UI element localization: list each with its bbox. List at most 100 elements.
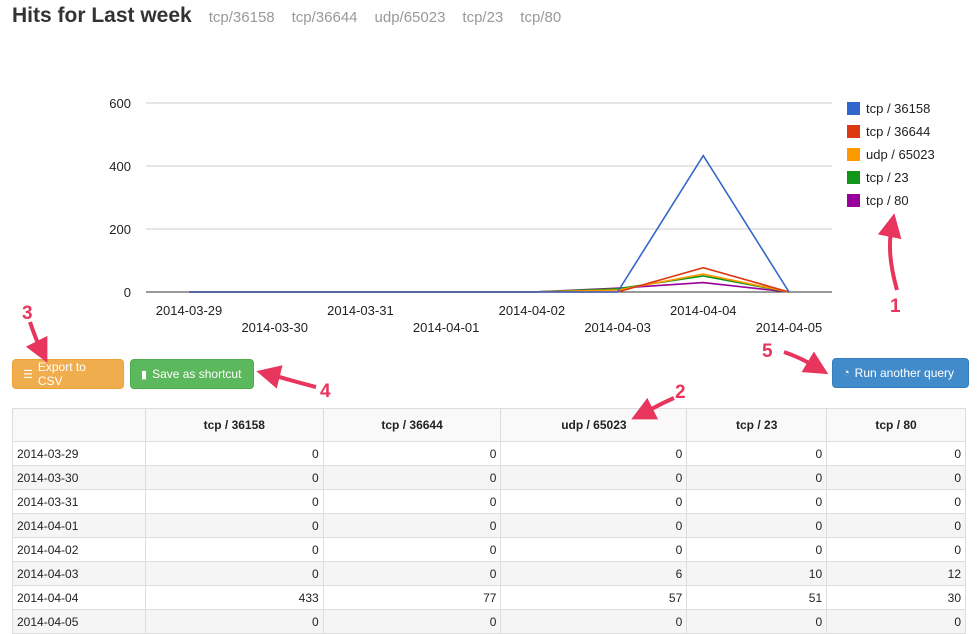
hit-count-cell: 0 — [322, 465, 502, 490]
hits-table: tcp / 36158 tcp / 36644 udp / 65023 tcp … — [12, 408, 966, 634]
y-tick-label: 600 — [109, 96, 131, 111]
table-row: 2014-03-30 0 0 0 0 0 — [12, 465, 966, 490]
run-query-button[interactable]: ◔ Run another query — [832, 358, 969, 388]
hit-count-cell: 0 — [144, 441, 324, 466]
hit-count-cell: 0 — [686, 609, 828, 634]
series-line — [189, 281, 790, 293]
x-tick-label: 2014-04-01 — [413, 320, 480, 335]
date-cell: 2014-03-31 — [12, 489, 146, 514]
column-header[interactable]: tcp / 36644 — [322, 408, 502, 442]
x-tick-label: 2014-04-05 — [756, 320, 823, 335]
hit-count-cell: 0 — [826, 441, 966, 466]
annotation-5: 5 — [762, 341, 829, 375]
hit-count-cell: 0 — [322, 609, 502, 634]
legend-label: udp / 65023 — [866, 147, 935, 162]
hit-count-cell: 0 — [322, 561, 502, 586]
x-tick-label: 2014-03-31 — [327, 303, 394, 318]
table-row: 2014-03-31 0 0 0 0 0 — [12, 489, 966, 514]
hit-count-cell: 0 — [500, 537, 688, 562]
hit-count-cell: 30 — [826, 585, 966, 610]
column-header[interactable]: udp / 65023 — [500, 408, 688, 442]
hit-count-cell: 0 — [144, 465, 324, 490]
column-header[interactable]: tcp / 36158 — [144, 408, 324, 442]
y-tick-label: 400 — [109, 159, 131, 174]
column-header[interactable]: tcp / 23 — [686, 408, 828, 442]
hit-count-cell: 0 — [686, 489, 828, 514]
table-row: 2014-03-29 0 0 0 0 0 — [12, 441, 966, 466]
hit-count-cell: 0 — [686, 465, 828, 490]
table-row: 2014-04-05 0 0 0 0 0 — [12, 609, 966, 634]
hit-count-cell: 0 — [826, 489, 966, 514]
hit-count-cell: 0 — [144, 537, 324, 562]
legend-swatch — [847, 171, 860, 184]
hit-count-cell: 0 — [826, 609, 966, 634]
annotation-4: 4 — [256, 365, 331, 402]
table-row: 2014-04-02 0 0 0 0 0 — [12, 537, 966, 562]
date-cell: 2014-04-02 — [12, 537, 146, 562]
hit-count-cell: 0 — [322, 489, 502, 514]
hit-count-cell: 10 — [686, 561, 828, 586]
date-cell: 2014-04-05 — [12, 609, 146, 634]
series-line — [189, 275, 790, 293]
hits-line-chart: 0 200 400 600 2014-03-29 2014-03-30 2014-03-31… — [109, 96, 935, 335]
hit-count-cell: 0 — [826, 513, 966, 538]
hit-count-cell: 0 — [500, 489, 688, 514]
hit-count-cell: 433 — [144, 585, 324, 610]
table-row: 2014-04-03 0 0 6 10 12 — [12, 561, 966, 586]
hit-count-cell: 0 — [826, 537, 966, 562]
legend-label: tcp / 80 — [866, 193, 909, 208]
x-tick-label: 2014-04-03 — [584, 320, 651, 335]
date-cell: 2014-03-30 — [12, 465, 146, 490]
annotation-number: 2 — [675, 382, 686, 403]
table-row: 2014-04-04 433 77 57 51 30 — [12, 585, 966, 610]
hit-count-cell: 0 — [144, 513, 324, 538]
hit-count-cell: 6 — [500, 561, 688, 586]
hit-count-cell: 0 — [322, 441, 502, 466]
x-tick-label: 2014-03-30 — [241, 320, 308, 335]
save-shortcut-button[interactable]: ▮ Save as shortcut — [130, 359, 254, 389]
hit-count-cell: 0 — [500, 441, 688, 466]
table-header-row: tcp / 36158 tcp / 36644 udp / 65023 tcp … — [12, 408, 966, 442]
save-shortcut-label: Save as shortcut — [152, 367, 242, 381]
legend-swatch — [847, 102, 860, 115]
series-line — [189, 154, 790, 293]
legend-swatch — [847, 148, 860, 161]
annotation-number: 4 — [320, 381, 331, 402]
hit-count-cell: 0 — [322, 513, 502, 538]
hit-count-cell: 57 — [500, 585, 688, 610]
legend-swatch — [847, 194, 860, 207]
table-row: 2014-04-01 0 0 0 0 0 — [12, 513, 966, 538]
dashboard-icon: ◔ — [843, 367, 850, 379]
x-tick-label: 2014-04-02 — [499, 303, 566, 318]
export-csv-label: Export to CSV — [37, 360, 86, 388]
hit-count-cell: 0 — [322, 537, 502, 562]
hit-count-cell: 0 — [144, 561, 324, 586]
y-tick-label: 0 — [124, 285, 131, 300]
hit-count-cell: 0 — [826, 465, 966, 490]
y-tick-label: 200 — [109, 222, 131, 237]
bookmark-icon: ▮ — [141, 368, 148, 381]
hit-count-cell: 51 — [686, 585, 828, 610]
legend-label: tcp / 36644 — [866, 124, 930, 139]
legend-swatch — [847, 125, 860, 138]
x-tick-label: 2014-03-29 — [156, 303, 223, 318]
run-query-label: Run another query — [854, 366, 955, 380]
column-header[interactable] — [12, 408, 146, 442]
column-header[interactable]: tcp / 80 — [826, 408, 966, 442]
legend-label: tcp / 36158 — [866, 101, 930, 116]
export-csv-button[interactable]: ☰ Export to CSV — [12, 359, 124, 389]
hit-count-cell: 77 — [322, 585, 502, 610]
hit-count-cell: 0 — [500, 609, 688, 634]
hit-count-cell: 0 — [686, 537, 828, 562]
date-cell: 2014-03-29 — [12, 441, 146, 466]
series-line — [189, 266, 790, 293]
date-cell: 2014-04-01 — [12, 513, 146, 538]
list-icon: ☰ — [23, 368, 33, 381]
date-cell: 2014-04-03 — [12, 561, 146, 586]
hit-count-cell: 12 — [826, 561, 966, 586]
date-cell: 2014-04-04 — [12, 585, 146, 610]
hit-count-cell: 0 — [144, 609, 324, 634]
x-tick-label: 2014-04-04 — [670, 303, 737, 318]
hit-count-cell: 0 — [500, 465, 688, 490]
hit-count-cell: 0 — [686, 441, 828, 466]
